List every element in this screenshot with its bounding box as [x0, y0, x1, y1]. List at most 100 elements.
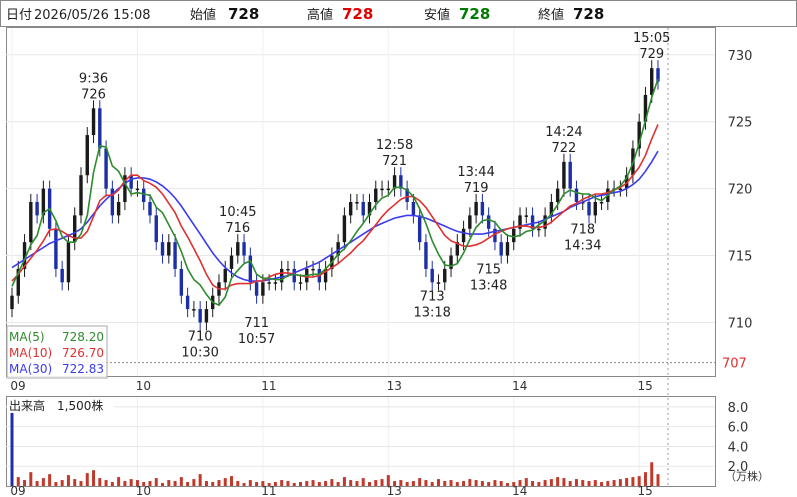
- candle-body: [179, 268, 184, 296]
- annotation-line2: 10:30: [181, 345, 218, 360]
- volume-bar: [85, 473, 89, 486]
- volume-bar: [380, 479, 384, 486]
- candle-body: [443, 268, 447, 283]
- volume-bar: [574, 479, 578, 486]
- candle-body: [461, 228, 466, 243]
- volume-bar: [374, 480, 378, 486]
- candle-body: [29, 202, 33, 243]
- volume-bar: [35, 481, 39, 486]
- date-value: 2026/05/26 15:08: [34, 8, 151, 23]
- volume-bar: [48, 474, 52, 486]
- time-tick-label: 11: [261, 379, 276, 393]
- candle-body: [185, 295, 190, 310]
- candle-body: [562, 161, 566, 189]
- volume-bar: [154, 478, 158, 486]
- annotation-line2: 722: [552, 141, 577, 156]
- candle-body: [574, 188, 579, 202]
- legend-ma30-value: 722.83: [62, 362, 104, 376]
- candle-body: [593, 202, 597, 216]
- time-tick-label: 13: [387, 379, 402, 393]
- annotation-line2: 716: [225, 221, 250, 236]
- volume-bar: [167, 480, 171, 486]
- volume-bar: [455, 482, 459, 486]
- volume-axis-ticks: 2.04.06.08.0: [728, 401, 749, 475]
- candle-body: [116, 202, 121, 216]
- volume-bar: [110, 482, 114, 486]
- candle-body: [361, 202, 365, 216]
- candle-body: [411, 202, 416, 216]
- volume-bar: [330, 479, 334, 486]
- volume-bar: [179, 477, 183, 486]
- volume-bar: [612, 480, 616, 486]
- volume-bar: [311, 480, 315, 486]
- candle-body: [160, 242, 165, 256]
- candle-body: [342, 215, 347, 243]
- candle-body: [512, 228, 516, 243]
- volume-bar: [462, 481, 466, 486]
- volume-bar: [543, 480, 547, 486]
- volume-bar: [562, 478, 566, 486]
- volume-bar: [280, 480, 284, 486]
- candle-body: [436, 282, 441, 284]
- annotation-line2: 719: [464, 181, 489, 196]
- time-tick-label: 09: [10, 379, 25, 393]
- volume-tick-label: 6.0: [728, 421, 749, 436]
- candle-body: [248, 255, 253, 283]
- candle-body: [204, 309, 209, 323]
- annotation-line2: 729: [639, 47, 664, 62]
- high-value: 728: [342, 5, 373, 23]
- volume-bar: [424, 480, 428, 486]
- volume-bar: [625, 478, 629, 486]
- candle-body: [568, 161, 572, 189]
- candle-body: [474, 202, 478, 216]
- volume-bar: [16, 477, 20, 486]
- candle-body: [154, 215, 158, 243]
- candle-body: [505, 242, 510, 256]
- volume-bar: [361, 478, 365, 486]
- close-value: 728: [573, 5, 604, 23]
- candle-body: [298, 282, 303, 284]
- volume-bar: [493, 480, 497, 486]
- candle-body: [267, 282, 271, 284]
- candle-body: [417, 215, 422, 243]
- candle-body: [242, 242, 246, 256]
- candle-body: [79, 175, 83, 216]
- volume-bar: [192, 479, 196, 486]
- annotation-line1: 710: [188, 329, 213, 344]
- date-label: 日付: [6, 8, 32, 23]
- volume-bar: [173, 481, 177, 486]
- volume-bar: [129, 479, 133, 486]
- volume-bar: [223, 478, 227, 486]
- volume-bar: [537, 482, 541, 486]
- price-tick-label: 725: [728, 116, 753, 131]
- ma-legend: MA(5) 728.20 MA(10) 726.70 MA(30) 722.83: [6, 325, 108, 379]
- volume-bar: [656, 474, 660, 486]
- volume-bar: [98, 478, 102, 486]
- candle-body: [85, 135, 89, 176]
- volume-bar: [593, 480, 597, 486]
- volume-bar: [161, 483, 165, 486]
- volume-bar: [480, 481, 484, 486]
- candle-body: [236, 242, 240, 256]
- candle-body: [587, 202, 591, 216]
- volume-bar: [299, 482, 303, 486]
- volume-bar: [443, 481, 447, 486]
- candle-body: [424, 242, 428, 269]
- volume-bar: [248, 480, 252, 486]
- volume-bar: [349, 480, 353, 486]
- annotation-line1: 14:24: [545, 125, 582, 140]
- candle-body: [374, 188, 378, 202]
- volume-bar: [79, 481, 83, 486]
- volume-bar: [556, 477, 560, 486]
- volume-bar: [405, 482, 409, 486]
- annotation-line2: 14:34: [564, 238, 601, 253]
- stock-chart-widget: 日付 2026/05/26 15:08 始値 728 高値 728 安値 728…: [0, 0, 797, 497]
- volume-label: 出来高 1,500株: [9, 398, 103, 413]
- annotation-line1: 713: [420, 289, 445, 304]
- volume-bar: [54, 482, 58, 486]
- candle-body: [254, 282, 259, 296]
- volume-bar: [29, 472, 33, 486]
- candle-body: [173, 242, 177, 269]
- annotation-line2: 13:18: [413, 305, 450, 320]
- candle-body: [91, 108, 96, 136]
